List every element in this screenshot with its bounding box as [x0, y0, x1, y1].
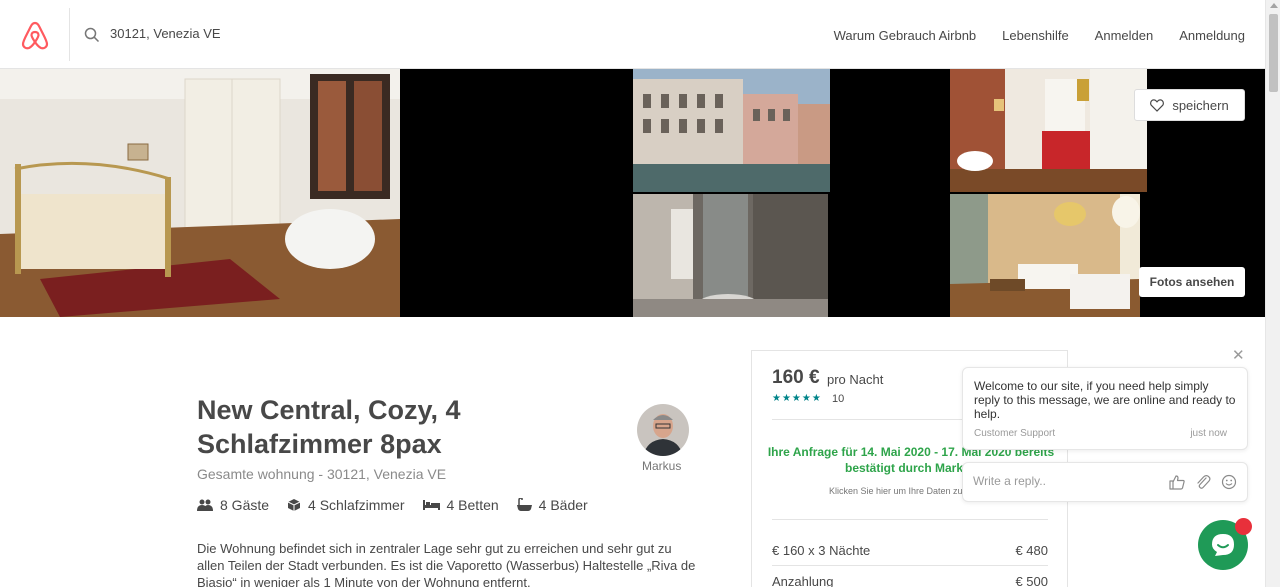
heart-icon: [1150, 98, 1165, 112]
bed-icon: [422, 500, 440, 510]
nightly-price: 160 €: [772, 367, 820, 388]
view-photos-button[interactable]: Fotos ansehen: [1139, 267, 1245, 297]
nav-login-link[interactable]: Anmeldung: [1179, 28, 1245, 43]
nav-why-airbnb-link[interactable]: Warum Gebrauch Airbnb: [834, 28, 977, 43]
amenity-bedrooms-label: 4 Schlafzimmer: [308, 497, 405, 513]
chat-reply-box: [962, 462, 1248, 502]
amenities-list: 8 Gäste 4 Schlafzimmer 4 Betten 4 Bäder: [197, 497, 606, 513]
nav-help-link[interactable]: Lebenshilfe: [1002, 28, 1069, 43]
photo-bedroom[interactable]: [0, 69, 400, 317]
scrollbar-thumb[interactable]: [1269, 14, 1278, 92]
guests-icon: [197, 499, 213, 511]
line-item-deposit: Anzahlung € 500: [772, 574, 1048, 587]
amenity-beds-label: 4 Betten: [446, 497, 499, 513]
paperclip-icon[interactable]: [1195, 474, 1211, 490]
view-photos-label: Fotos ansehen: [1149, 275, 1235, 289]
amenity-guests-label: 8 Gäste: [220, 497, 270, 513]
price-unit: pro Nacht: [827, 372, 884, 387]
line-item-nights: € 160 x 3 Nächte € 480: [772, 543, 1048, 558]
chat-bubble-icon: [1212, 534, 1234, 556]
photo-gallery: [0, 69, 1265, 317]
search-icon: [84, 27, 100, 43]
location-search-input[interactable]: [110, 26, 410, 41]
chat-reply-input[interactable]: [973, 474, 1153, 488]
chat-message-bubble[interactable]: Welcome to our site, if you need help si…: [962, 367, 1248, 450]
nav-signup-link[interactable]: Anmelden: [1095, 28, 1154, 43]
line-item-label: Anzahlung: [772, 574, 834, 587]
chat-message-text: Welcome to our site, if you need help si…: [974, 379, 1236, 421]
host-name[interactable]: Markus: [642, 459, 681, 473]
amenity-bedrooms: 4 Schlafzimmer: [287, 497, 405, 513]
line-item-label: € 160 x 3 Nächte: [772, 543, 871, 558]
chat-notification-badge: [1235, 518, 1252, 535]
review-count[interactable]: 10: [832, 393, 844, 405]
bath-icon: [516, 498, 532, 511]
header-nav: Warum Gebrauch Airbnb Lebenshilfe Anmeld…: [834, 28, 1265, 43]
chat-timestamp: just now: [1190, 428, 1227, 439]
card-divider: [772, 565, 1048, 566]
host-avatar[interactable]: [637, 404, 689, 456]
chat-close-icon[interactable]: ✕: [1232, 346, 1245, 364]
scroll-up-arrow-icon[interactable]: [1270, 3, 1278, 8]
airbnb-logo-icon[interactable]: [18, 18, 52, 52]
listing-subtitle: Gesamte wohnung - 30121, Venezia VE: [197, 466, 447, 482]
photo-bathroom[interactable]: [633, 194, 828, 317]
rating-stars-icon: ★★★★★: [772, 393, 822, 404]
save-listing-button[interactable]: speichern: [1134, 89, 1245, 121]
card-divider: [772, 519, 1048, 520]
amenity-baths: 4 Bäder: [516, 497, 588, 513]
save-button-label: speichern: [1172, 97, 1229, 113]
amenity-baths-label: 4 Bäder: [538, 497, 588, 513]
photo-canal[interactable]: [633, 69, 830, 192]
photo-hallway[interactable]: [950, 69, 1147, 192]
bedroom-icon: [287, 499, 301, 511]
listing-title: New Central, Cozy, 4 Schlafzimmer 8pax: [197, 395, 461, 459]
line-item-amount: € 480: [1015, 543, 1048, 558]
line-item-amount: € 500: [1015, 574, 1048, 587]
emoji-icon[interactable]: [1221, 474, 1237, 490]
header-divider: [69, 8, 70, 61]
chat-actions: [1169, 474, 1237, 490]
chat-sender: Customer Support: [974, 428, 1056, 439]
page-scrollbar[interactable]: [1265, 0, 1280, 587]
photo-living-room[interactable]: [950, 194, 1140, 317]
amenity-beds: 4 Betten: [422, 497, 499, 513]
top-navigation-bar: Warum Gebrauch Airbnb Lebenshilfe Anmeld…: [0, 0, 1265, 69]
listing-description: Die Wohnung befindet sich in zentraler L…: [197, 541, 696, 587]
amenity-guests: 8 Gäste: [197, 497, 269, 513]
page: Warum Gebrauch Airbnb Lebenshilfe Anmeld…: [0, 0, 1280, 587]
thumbs-up-icon[interactable]: [1169, 474, 1185, 490]
